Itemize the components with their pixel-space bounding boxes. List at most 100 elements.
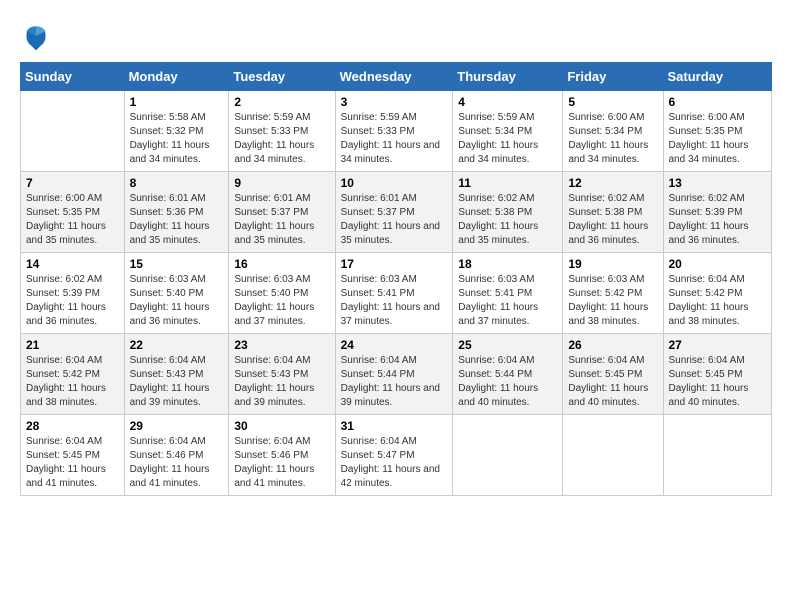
day-cell: 4 Sunrise: 5:59 AMSunset: 5:34 PMDaylight… (453, 91, 563, 172)
day-info: Sunrise: 6:03 AMSunset: 5:40 PMDaylight:… (234, 273, 329, 329)
week-row-3: 14 Sunrise: 6:02 AMSunset: 5:39 PMDayligh… (21, 253, 772, 334)
day-number: 14 (26, 257, 119, 271)
day-cell: 28 Sunrise: 6:04 AMSunset: 5:45 PMDayligh… (21, 415, 125, 496)
day-info: Sunrise: 6:01 AMSunset: 5:37 PMDaylight:… (234, 192, 329, 248)
day-cell: 27 Sunrise: 6:04 AMSunset: 5:45 PMDayligh… (663, 334, 772, 415)
header-saturday: Saturday (663, 63, 772, 91)
day-number: 7 (26, 176, 119, 190)
day-cell: 9 Sunrise: 6:01 AMSunset: 5:37 PMDaylight… (229, 172, 335, 253)
day-cell: 15 Sunrise: 6:03 AMSunset: 5:40 PMDayligh… (124, 253, 229, 334)
day-cell: 21Sunrise: 6:04 AMSunset: 5:42 PMDayligh… (21, 334, 125, 415)
day-cell: 31Sunrise: 6:04 AMSunset: 5:47 PMDayligh… (335, 415, 453, 496)
day-cell: 20 Sunrise: 6:04 AMSunset: 5:42 PMDayligh… (663, 253, 772, 334)
day-number: 19 (568, 257, 657, 271)
day-number: 20 (669, 257, 767, 271)
day-cell: 7 Sunrise: 6:00 AMSunset: 5:35 PMDaylight… (21, 172, 125, 253)
day-cell: 24Sunrise: 6:04 AMSunset: 5:44 PMDayligh… (335, 334, 453, 415)
day-number: 22 (130, 338, 224, 352)
day-info: Sunrise: 6:03 AMSunset: 5:41 PMDaylight:… (458, 273, 557, 329)
logo-icon (20, 20, 52, 52)
day-info: Sunrise: 5:58 AMSunset: 5:32 PMDaylight:… (130, 111, 224, 167)
day-number: 6 (669, 95, 767, 109)
day-number: 30 (234, 419, 329, 433)
day-cell: 30 Sunrise: 6:04 AMSunset: 5:46 PMDayligh… (229, 415, 335, 496)
day-cell: 6 Sunrise: 6:00 AMSunset: 5:35 PMDaylight… (663, 91, 772, 172)
week-row-1: 1Sunrise: 5:58 AMSunset: 5:32 PMDaylight… (21, 91, 772, 172)
day-cell: 26Sunrise: 6:04 AMSunset: 5:45 PMDayligh… (563, 334, 663, 415)
day-info: Sunrise: 6:03 AMSunset: 5:41 PMDaylight:… (341, 273, 448, 329)
week-row-2: 7 Sunrise: 6:00 AMSunset: 5:35 PMDaylight… (21, 172, 772, 253)
week-row-5: 28 Sunrise: 6:04 AMSunset: 5:45 PMDayligh… (21, 415, 772, 496)
day-info: Sunrise: 5:59 AMSunset: 5:33 PMDaylight:… (341, 111, 448, 167)
day-info: Sunrise: 6:04 AMSunset: 5:45 PMDaylight:… (669, 354, 767, 410)
day-cell: 10 Sunrise: 6:01 AMSunset: 5:37 PMDayligh… (335, 172, 453, 253)
day-info: Sunrise: 6:00 AMSunset: 5:34 PMDaylight:… (568, 111, 657, 167)
day-info: Sunrise: 6:04 AMSunset: 5:45 PMDaylight:… (26, 435, 119, 491)
day-cell (563, 415, 663, 496)
day-cell: 1Sunrise: 5:58 AMSunset: 5:32 PMDaylight… (124, 91, 229, 172)
day-cell: 3Sunrise: 5:59 AMSunset: 5:33 PMDaylight… (335, 91, 453, 172)
day-info: Sunrise: 6:03 AMSunset: 5:40 PMDaylight:… (130, 273, 224, 329)
day-info: Sunrise: 6:01 AMSunset: 5:36 PMDaylight:… (130, 192, 224, 248)
day-number: 27 (669, 338, 767, 352)
day-info: Sunrise: 6:02 AMSunset: 5:39 PMDaylight:… (669, 192, 767, 248)
day-number: 29 (130, 419, 224, 433)
day-info: Sunrise: 5:59 AMSunset: 5:34 PMDaylight:… (458, 111, 557, 167)
day-cell (453, 415, 563, 496)
day-info: Sunrise: 6:00 AMSunset: 5:35 PMDaylight:… (26, 192, 119, 248)
header-friday: Friday (563, 63, 663, 91)
day-info: Sunrise: 6:04 AMSunset: 5:45 PMDaylight:… (568, 354, 657, 410)
day-number: 13 (669, 176, 767, 190)
day-cell: 14 Sunrise: 6:02 AMSunset: 5:39 PMDayligh… (21, 253, 125, 334)
day-cell: 23Sunrise: 6:04 AMSunset: 5:43 PMDayligh… (229, 334, 335, 415)
day-info: Sunrise: 6:02 AMSunset: 5:39 PMDaylight:… (26, 273, 119, 329)
day-info: Sunrise: 6:04 AMSunset: 5:44 PMDaylight:… (458, 354, 557, 410)
header-thursday: Thursday (453, 63, 563, 91)
day-number: 12 (568, 176, 657, 190)
day-cell: 5Sunrise: 6:00 AMSunset: 5:34 PMDaylight… (563, 91, 663, 172)
day-number: 11 (458, 176, 557, 190)
day-number: 21 (26, 338, 119, 352)
day-cell: 18 Sunrise: 6:03 AMSunset: 5:41 PMDayligh… (453, 253, 563, 334)
day-info: Sunrise: 6:03 AMSunset: 5:42 PMDaylight:… (568, 273, 657, 329)
day-number: 2 (234, 95, 329, 109)
day-cell: 13 Sunrise: 6:02 AMSunset: 5:39 PMDayligh… (663, 172, 772, 253)
day-info: Sunrise: 5:59 AMSunset: 5:33 PMDaylight:… (234, 111, 329, 167)
header-wednesday: Wednesday (335, 63, 453, 91)
day-info: Sunrise: 6:02 AMSunset: 5:38 PMDaylight:… (568, 192, 657, 248)
day-cell (21, 91, 125, 172)
day-cell (663, 415, 772, 496)
day-info: Sunrise: 6:02 AMSunset: 5:38 PMDaylight:… (458, 192, 557, 248)
calendar-table: SundayMondayTuesdayWednesdayThursdayFrid… (20, 62, 772, 496)
header-monday: Monday (124, 63, 229, 91)
day-number: 10 (341, 176, 448, 190)
day-cell: 25Sunrise: 6:04 AMSunset: 5:44 PMDayligh… (453, 334, 563, 415)
day-number: 4 (458, 95, 557, 109)
day-number: 18 (458, 257, 557, 271)
day-cell: 11 Sunrise: 6:02 AMSunset: 5:38 PMDayligh… (453, 172, 563, 253)
day-cell: 2 Sunrise: 5:59 AMSunset: 5:33 PMDaylight… (229, 91, 335, 172)
day-cell: 17 Sunrise: 6:03 AMSunset: 5:41 PMDayligh… (335, 253, 453, 334)
day-info: Sunrise: 6:04 AMSunset: 5:47 PMDaylight:… (341, 435, 448, 491)
day-cell: 12 Sunrise: 6:02 AMSunset: 5:38 PMDayligh… (563, 172, 663, 253)
day-cell: 16Sunrise: 6:03 AMSunset: 5:40 PMDayligh… (229, 253, 335, 334)
day-number: 28 (26, 419, 119, 433)
day-number: 24 (341, 338, 448, 352)
day-info: Sunrise: 6:04 AMSunset: 5:43 PMDaylight:… (234, 354, 329, 410)
day-cell: 29 Sunrise: 6:04 AMSunset: 5:46 PMDayligh… (124, 415, 229, 496)
day-number: 15 (130, 257, 224, 271)
day-info: Sunrise: 6:04 AMSunset: 5:46 PMDaylight:… (130, 435, 224, 491)
day-number: 9 (234, 176, 329, 190)
day-info: Sunrise: 6:04 AMSunset: 5:42 PMDaylight:… (669, 273, 767, 329)
week-row-4: 21Sunrise: 6:04 AMSunset: 5:42 PMDayligh… (21, 334, 772, 415)
day-number: 17 (341, 257, 448, 271)
header-tuesday: Tuesday (229, 63, 335, 91)
day-info: Sunrise: 6:01 AMSunset: 5:37 PMDaylight:… (341, 192, 448, 248)
day-cell: 22 Sunrise: 6:04 AMSunset: 5:43 PMDayligh… (124, 334, 229, 415)
day-info: Sunrise: 6:04 AMSunset: 5:43 PMDaylight:… (130, 354, 224, 410)
day-info: Sunrise: 6:04 AMSunset: 5:46 PMDaylight:… (234, 435, 329, 491)
logo (20, 20, 56, 52)
day-number: 8 (130, 176, 224, 190)
page-header (20, 20, 772, 52)
day-info: Sunrise: 6:00 AMSunset: 5:35 PMDaylight:… (669, 111, 767, 167)
